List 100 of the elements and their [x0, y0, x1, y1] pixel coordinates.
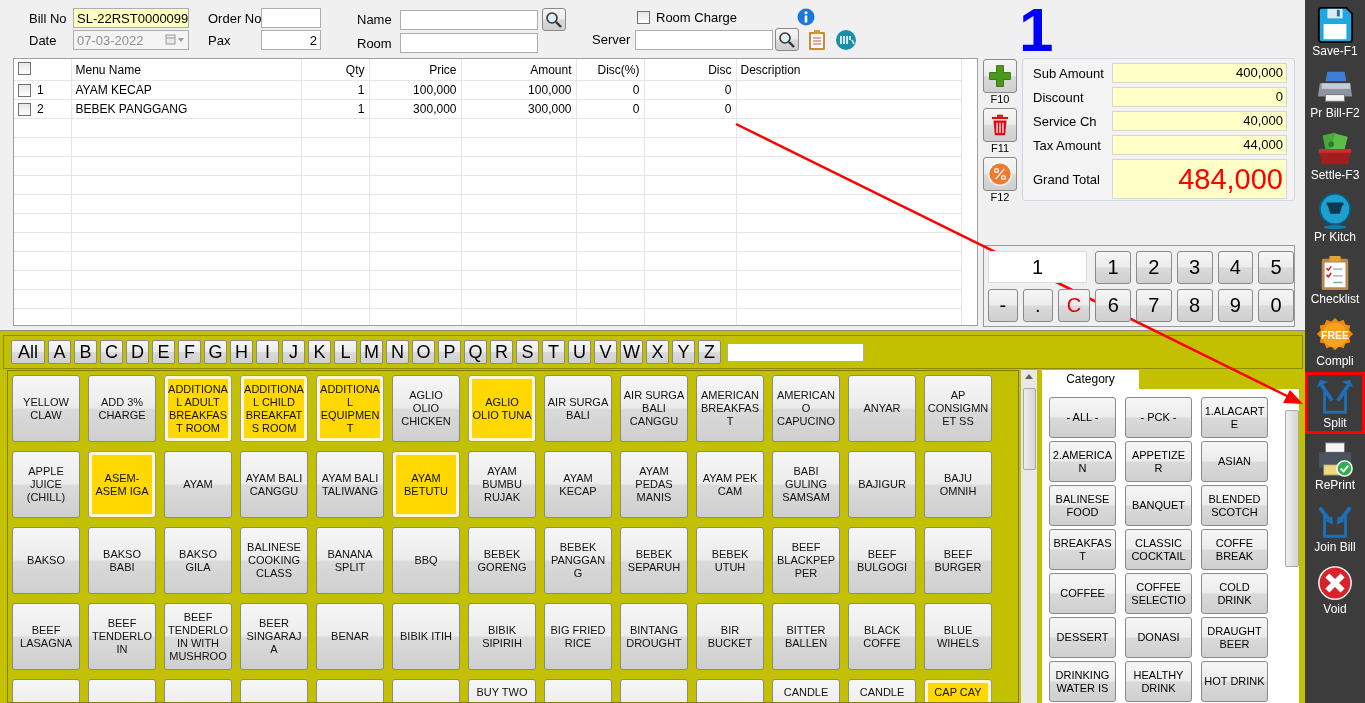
menu-item-button[interactable]: BEBEK UTUH: [696, 527, 764, 594]
menu-item-button[interactable]: BEEF TENDERLOIN WITH MUSHROO: [164, 603, 232, 670]
menu-item-button[interactable]: ASEM-ASEM IGA: [88, 451, 156, 518]
input-field[interactable]: [261, 8, 321, 28]
menu-item-button[interactable]: BIBIK ITIH: [392, 603, 460, 670]
menu-item-button[interactable]: ANYAR: [848, 375, 916, 442]
menu-item-button[interactable]: AYAM BETUTU: [392, 451, 460, 518]
info-icon[interactable]: [797, 8, 815, 26]
discount-button[interactable]: [983, 157, 1017, 191]
menu-item-button[interactable]: BINTANG DROUGHT: [620, 603, 688, 670]
menu-item-button[interactable]: AGLIO OLIO CHICKEN: [392, 375, 460, 442]
keypad-key[interactable]: 4: [1217, 251, 1254, 284]
category-button[interactable]: - ALL -: [1049, 397, 1116, 438]
menu-item-button[interactable]: AYAM PEK CAM: [696, 451, 764, 518]
menu-item-button[interactable]: AIR SURGA BALI CANGGU: [620, 375, 688, 442]
letter-filter-button[interactable]: S: [516, 340, 539, 364]
letter-filter-button[interactable]: O: [412, 340, 435, 364]
input-field[interactable]: [400, 9, 538, 30]
category-button[interactable]: 2.AMERICAN: [1049, 441, 1116, 482]
menu-item-button[interactable]: BAKSO: [12, 527, 80, 594]
letter-filter-button[interactable]: A: [48, 340, 71, 364]
menu-item-button[interactable]: AYAM BUMBU RUJAK: [468, 451, 536, 518]
keypad-key[interactable]: 9: [1217, 289, 1254, 322]
category-button[interactable]: COFFEE SELECTIO: [1125, 573, 1192, 614]
letter-filter-button[interactable]: C: [100, 340, 123, 364]
category-button[interactable]: COLD DRINK: [1201, 573, 1268, 614]
checklist-button[interactable]: Checklist: [1305, 248, 1365, 310]
letter-filter-button[interactable]: D: [126, 340, 149, 364]
category-button[interactable]: 1.ALACARTE: [1201, 397, 1268, 438]
checkbox[interactable]: [18, 61, 31, 75]
menu-item-button[interactable]: CANDLE: [848, 679, 916, 702]
menu-item-button[interactable]: ADDITIONAL EQUIPMENT: [316, 375, 384, 442]
menu-item-button[interactable]: BLUE WIHELS: [924, 603, 992, 670]
menu-item-button[interactable]: BABI GULING SAMSAM: [772, 451, 840, 518]
letter-filter-button[interactable]: U: [568, 340, 591, 364]
void-button[interactable]: Void: [1305, 558, 1365, 620]
keypad-key[interactable]: 8: [1176, 289, 1213, 322]
clipboard-icon[interactable]: [808, 29, 826, 50]
letter-filter-button[interactable]: I: [256, 340, 279, 364]
search-button[interactable]: [775, 28, 799, 51]
add-button[interactable]: [983, 59, 1017, 93]
menu-item-button[interactable]: BENAR: [316, 603, 384, 670]
menu-item-button[interactable]: AYAM KECAP: [544, 451, 612, 518]
category-button[interactable]: CLASSIC COCKTAIL: [1125, 529, 1192, 570]
letter-filter-button[interactable]: M: [360, 340, 383, 364]
category-button[interactable]: BREAKFAST: [1049, 529, 1116, 570]
letter-filter-button[interactable]: N: [386, 340, 409, 364]
category-button[interactable]: DESSERT: [1049, 617, 1116, 658]
menu-item-button[interactable]: AYAM BALI TALIWANG: [316, 451, 384, 518]
menu-item-button[interactable]: BAJIGUR: [848, 451, 916, 518]
letter-filter-button[interactable]: Z: [698, 340, 721, 364]
menu-item-button[interactable]: AYAM PEDAS MANIS: [620, 451, 688, 518]
category-button[interactable]: BALINESE FOOD: [1049, 485, 1116, 526]
category-button[interactable]: APPETIZER: [1125, 441, 1192, 482]
keypad-key[interactable]: 2: [1136, 251, 1172, 284]
menu-item-button[interactable]: AMERICANO CAPUCINO: [772, 375, 840, 442]
menu-item-button[interactable]: BBQ: [392, 527, 460, 594]
keypad-key[interactable]: 3: [1176, 251, 1213, 284]
clear-key[interactable]: C: [1057, 289, 1091, 322]
input-field[interactable]: [635, 29, 773, 50]
menu-item-button[interactable]: BAJU OMNIH: [924, 451, 992, 518]
menu-item-button[interactable]: BEER SINGARAJA: [240, 603, 308, 670]
input-field[interactable]: [400, 33, 538, 53]
menu-item-button[interactable]: ADD 3% CHARGE: [88, 375, 156, 442]
category-button[interactable]: BANQUET: [1125, 485, 1192, 526]
settle-button[interactable]: Settle-F3: [1305, 124, 1365, 186]
letter-filter-button[interactable]: R: [490, 340, 513, 364]
letter-filter-button[interactable]: W: [620, 340, 643, 364]
keypad-key[interactable]: 6: [1095, 289, 1132, 322]
category-button[interactable]: HEALTHY DRINK: [1125, 661, 1192, 702]
compliment-button[interactable]: FREE Compli: [1305, 310, 1365, 372]
menu-item-button[interactable]: BUY TWO: [468, 679, 536, 702]
category-button[interactable]: COFFEE: [1049, 573, 1116, 614]
menu-item-button[interactable]: AMERICAN BREAKFAST: [696, 375, 764, 442]
checkbox[interactable]: [18, 102, 31, 116]
menu-item-button[interactable]: BALINESE COOKING CLASS: [240, 527, 308, 594]
menu-item-button[interactable]: BIR BUCKET: [696, 603, 764, 670]
menu-item-button[interactable]: CAP CAY: [924, 679, 992, 702]
input-field[interactable]: SL-22RST0000099: [73, 8, 189, 28]
letter-filter-button[interactable]: F: [178, 340, 201, 364]
menu-item-button[interactable]: BEEF BULGOGI: [848, 527, 916, 594]
menu-item-button[interactable]: AYAM: [164, 451, 232, 518]
menu-item-button[interactable]: BEBEK GORENG: [468, 527, 536, 594]
menu-item-button[interactable]: BANANA SPLIT: [316, 527, 384, 594]
letter-filter-button[interactable]: L: [334, 340, 357, 364]
search-button[interactable]: [542, 8, 566, 31]
category-button[interactable]: DRAUGHT BEER: [1201, 617, 1268, 658]
letter-filter-button[interactable]: H: [230, 340, 253, 364]
tab[interactable]: Category: [1042, 370, 1139, 389]
menu-item-button[interactable]: CANDLE: [772, 679, 840, 702]
join-bill-button[interactable]: Join Bill: [1305, 496, 1365, 558]
checkbox[interactable]: [18, 83, 31, 97]
letter-filter-button[interactable]: E: [152, 340, 175, 364]
print-bill-button[interactable]: Pr Bill-F2: [1305, 62, 1365, 124]
scrollbar-thumb[interactable]: [1023, 388, 1036, 470]
letter-filter-button[interactable]: V: [594, 340, 617, 364]
letter-filter-button[interactable]: Q: [464, 340, 487, 364]
keypad-key[interactable]: .: [1022, 289, 1053, 322]
category-button[interactable]: DONASI: [1125, 617, 1192, 658]
letter-filter-button[interactable]: Y: [672, 340, 695, 364]
